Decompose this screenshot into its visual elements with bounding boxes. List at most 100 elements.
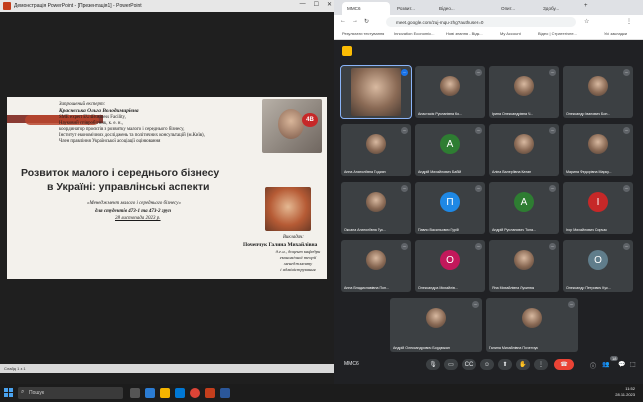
participant-tile[interactable]: Марина Федорівна Марку... ⋯	[563, 124, 633, 176]
bookmark-item[interactable]: My Account	[500, 31, 521, 36]
participant-name: Яна Михайлівна Лукинюк	[492, 286, 535, 290]
back-icon[interactable]: ←	[340, 18, 346, 24]
task-view-icon[interactable]	[130, 388, 140, 398]
participant-avatar: А	[514, 192, 534, 212]
participant-tile[interactable]: Андрій Олександрович Бордюжан ⋯	[390, 298, 482, 352]
mic-button[interactable]: 🎙	[426, 359, 440, 370]
mic-muted-icon: ⋯	[475, 69, 482, 76]
participant-tile[interactable]: Яна Михайлівна Лукинюк ⋯	[489, 240, 559, 292]
bookmark-item[interactable]: Innovation Economic...	[394, 31, 434, 36]
store-icon[interactable]	[175, 388, 185, 398]
minimize-icon[interactable]: —	[300, 1, 306, 8]
participant-tile[interactable]: Анна Анатоліївна Годиян ⋯	[341, 124, 411, 176]
participant-avatar	[514, 76, 534, 96]
bookmark-item[interactable]: Нові знання - Відк...	[446, 31, 483, 36]
mic-muted-icon: ⋯	[475, 243, 482, 250]
taskbar-search[interactable]: ⌕ Пошук	[18, 387, 123, 399]
camera-button[interactable]: ▭	[444, 359, 458, 370]
participant-name: Марина Федорівна Марку...	[566, 170, 612, 174]
windows-taskbar: ⌕ Пошук 11:52 28.11.2023	[0, 384, 643, 402]
present-icon: ⬆	[502, 362, 508, 368]
info-icon[interactable]: ⓘ	[590, 361, 596, 370]
ppt-window-title: Демонстрація PowerPoint - [Презентація1]…	[14, 3, 142, 9]
participant-tile[interactable]: Анна Владиславівна Пон... ⋯	[341, 240, 411, 292]
participant-avatar: О	[588, 250, 608, 270]
chrome-icon[interactable]	[190, 388, 200, 398]
start-icon[interactable]	[4, 388, 13, 397]
participant-tile[interactable]: Ірина Олександрівна Ч... ⋯	[489, 66, 559, 118]
participant-tile[interactable]: А Андрій Русланович Тола... ⋯	[489, 182, 559, 234]
leave-call-button[interactable]: ☎	[554, 359, 574, 370]
close-icon[interactable]: ✕	[327, 1, 332, 8]
tab-5[interactable]: Опит...	[496, 2, 536, 15]
participant-avatar	[514, 134, 534, 154]
participant-name: Анастасія Русланівна Ко...	[418, 112, 463, 116]
powerpoint-icon	[3, 2, 11, 10]
participant-tile[interactable]: Аліна Валеріївна Катан ⋯	[489, 124, 559, 176]
mic-muted-icon: ⋯	[401, 127, 408, 134]
powerpoint-taskbar-icon[interactable]	[205, 388, 215, 398]
bookmark-item[interactable]: Усі закладки	[604, 31, 627, 36]
participant-tile[interactable]: Олександр Іванович Бон... ⋯	[563, 66, 633, 118]
participant-name: Андрій Олександрович Бордюжан	[393, 346, 450, 350]
participant-tile[interactable]: О Олександр Петрович Кук... ⋯	[563, 240, 633, 292]
tab-2[interactable]: Розвит...	[392, 2, 432, 15]
people-icon[interactable]: 👥	[602, 361, 609, 368]
mic-icon: 🎙	[429, 362, 437, 368]
participant-avatar	[351, 68, 401, 116]
participant-avatar: О	[440, 250, 460, 270]
lecturer-name: Почепчук Галина Михайлівна	[243, 242, 318, 248]
participant-tile[interactable]: П Павло Васильович Гурій ⋯	[415, 182, 485, 234]
mic-muted-icon: ⋯	[472, 301, 479, 308]
hang-up-icon: ☎	[560, 362, 568, 368]
bookmark-star-icon[interactable]: ☆	[584, 18, 589, 25]
maximize-icon[interactable]: ☐	[314, 1, 319, 8]
edge-icon[interactable]	[145, 388, 155, 398]
tab-3[interactable]: Відео...	[434, 2, 474, 15]
reactions-button[interactable]: ☺	[480, 359, 494, 370]
tab-strip: MMC6 Розвит... Відео... Опит... Здобу...…	[334, 0, 643, 15]
slide-title-line2: в Україні: управлінські аспекти	[47, 181, 210, 193]
hand-icon: ✋	[519, 362, 527, 368]
tab-4[interactable]	[476, 2, 494, 15]
participant-tile[interactable]: І Ігор Михайлович Сирчак ⋯	[563, 182, 633, 234]
participant-name: Павло Васильович Гурій	[418, 228, 459, 232]
bookmark-item[interactable]: Відео | Стратегічне...	[538, 31, 577, 36]
activities-icon[interactable]	[342, 46, 352, 56]
url-bar[interactable]: meet.google.com/zuj-mqu-zhg?authuser=0	[386, 17, 576, 27]
activities-menu-icon[interactable]: ⬚	[630, 361, 636, 368]
camera-icon: ▭	[448, 362, 454, 368]
participant-avatar	[440, 76, 460, 96]
participant-tile[interactable]: Анастасія Русланівна Ко... ⋯	[415, 66, 485, 118]
tab-6[interactable]: Здобу...	[538, 2, 578, 15]
captions-icon: CC	[464, 361, 474, 368]
participant-tile[interactable]: Галина Михайлівна Почепчук ⋯	[486, 298, 578, 352]
bookmark-item[interactable]: Результати тестування	[342, 31, 384, 36]
system-clock[interactable]: 11:52 28.11.2023	[615, 386, 635, 398]
new-tab-button[interactable]: +	[584, 3, 588, 9]
more-options-button[interactable]: ⋮	[534, 359, 548, 370]
participant-tile[interactable]: Оксана Анатоліївна Гук... ⋯	[341, 182, 411, 234]
raise-hand-button[interactable]: ✋	[516, 359, 530, 370]
participant-tile[interactable]: А Андрій Михайлович Бабій ⋯	[415, 124, 485, 176]
menu-icon[interactable]: ⋮	[626, 18, 632, 25]
participant-name: Ігор Михайлович Сирчак	[566, 228, 607, 232]
participant-avatar	[588, 134, 608, 154]
participant-name: Олександра Михайлів...	[418, 286, 458, 290]
slide-title-line1: Розвиток малого і середнього бізнесу	[21, 167, 220, 179]
participant-avatar: І	[588, 192, 608, 212]
forward-icon[interactable]: →	[352, 18, 358, 24]
chat-icon[interactable]: 💬	[618, 361, 625, 368]
file-explorer-icon[interactable]	[160, 388, 170, 398]
participant-name: Анна Владиславівна Пон...	[344, 286, 390, 290]
present-button[interactable]: ⬆	[498, 359, 512, 370]
reload-icon[interactable]: ↻	[364, 18, 369, 25]
ppt-status-bar: Слайд 1 з 1	[0, 364, 334, 373]
invited-label: Запрошений експерт:	[59, 102, 106, 107]
word-icon[interactable]	[220, 388, 230, 398]
captions-button[interactable]: CC	[462, 359, 476, 370]
tab-mmc6[interactable]: MMC6	[342, 2, 390, 15]
participant-tile[interactable]: О Олександра Михайлів... ⋯	[415, 240, 485, 292]
participant-tile[interactable]: ⋯	[340, 65, 412, 119]
meet-area: ⋯ Анастасія Русланівна Ко... ⋯ Ірина Олекса…	[334, 40, 643, 384]
